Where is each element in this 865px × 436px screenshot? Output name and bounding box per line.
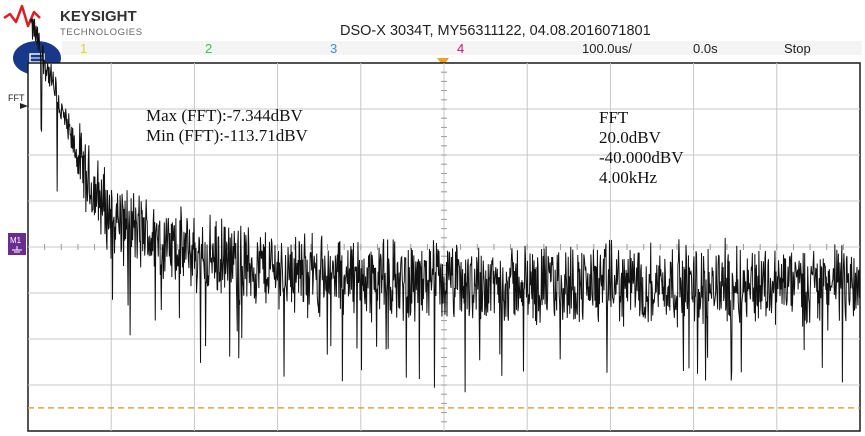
brand-name: KEYSIGHT (60, 8, 137, 25)
delay-readout: 0.0s (693, 41, 718, 56)
fft-span: 4.00kHz (599, 168, 658, 187)
run-state[interactable]: Stop (784, 41, 811, 56)
fft-marker-arrow-icon (20, 103, 28, 109)
fft-offset: -40.000dBV (599, 148, 684, 167)
min-fft-measurement: Min (FFT):-113.71dBV (146, 126, 309, 145)
max-fft-measurement: Max (FFT):-7.344dBV (146, 106, 304, 125)
math-marker[interactable]: M1 (8, 233, 26, 255)
instrument-info: DSO-X 3034T, MY56311122, 04.08.201607180… (340, 23, 651, 39)
timebase-readout: 100.0us/ (582, 41, 632, 56)
channel-4-label[interactable]: 4 (457, 41, 464, 56)
fft-marker[interactable]: FFT (8, 93, 28, 109)
math-marker-label: M1 (10, 236, 22, 245)
fft-marker-label: FFT (8, 93, 25, 103)
channel-2-label[interactable]: 2 (205, 41, 212, 56)
channel-1-label[interactable]: 1 (80, 41, 87, 56)
brand-subtitle: TECHNOLOGIES (60, 27, 143, 38)
fft-scale: 20.0dBV (599, 128, 662, 147)
oscilloscope-screen: KEYSIGHT TECHNOLOGIES DSO-X 3034T, MY563… (3, 4, 862, 432)
channel-3-label[interactable]: 3 (330, 41, 337, 56)
fft-title: FFT (599, 108, 629, 127)
